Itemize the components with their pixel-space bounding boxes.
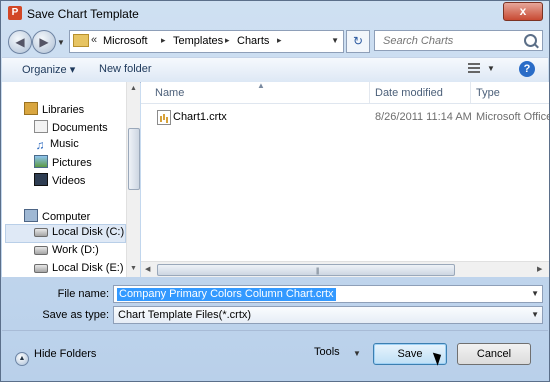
hard-drive-icon — [34, 228, 48, 237]
column-divider[interactable] — [369, 82, 370, 103]
views-dropdown[interactable]: ▼ — [487, 64, 495, 73]
window-title: Save Chart Template — [27, 7, 139, 21]
chevron-down-icon[interactable]: ▼ — [531, 289, 539, 298]
list-item[interactable]: Chart1.crtx 8/26/2011 11:14 AM Microsoft… — [141, 108, 550, 126]
nav-item-label: Computer — [42, 211, 91, 223]
chevron-right-icon[interactable]: ▸ — [161, 35, 166, 46]
breadcrumb-templates[interactable]: Templates — [173, 35, 223, 47]
computer-icon — [24, 209, 38, 222]
libraries-icon — [24, 102, 38, 115]
chevron-down-icon[interactable]: ▼ — [531, 310, 539, 319]
nav-item-computer[interactable]: Computer — [24, 209, 90, 223]
refresh-button[interactable]: ↻ — [346, 30, 370, 53]
help-icon[interactable]: ? — [519, 61, 535, 77]
hide-folders-button[interactable]: ▲ Hide Folders — [15, 348, 96, 366]
chart-file-icon — [157, 110, 171, 125]
save-dialog: P Save Chart Template x ◀ ▶ ▼ « Microsof… — [0, 0, 550, 382]
powerpoint-icon: P — [8, 6, 22, 20]
pictures-icon — [34, 155, 48, 168]
address-row: ◀ ▶ ▼ « Microsoft ▸ Templates ▸ Charts ▸… — [1, 28, 549, 56]
documents-icon — [34, 120, 48, 133]
scroll-right-icon[interactable]: ▶ — [537, 265, 542, 273]
column-date-modified[interactable]: Date modified — [375, 87, 443, 99]
nav-item-local-disk-c[interactable]: Local Disk (C:) — [34, 226, 124, 238]
sort-ascending-icon: ▲ — [257, 81, 265, 90]
save-as-type-select[interactable]: Chart Template Files(*.crtx) ▼ — [113, 306, 543, 324]
scroll-thumb[interactable]: ||| — [157, 264, 455, 276]
breadcrumb-microsoft[interactable]: Microsoft — [103, 35, 148, 47]
music-note-icon: ♫ — [35, 138, 45, 152]
nav-item-music[interactable]: ♫ Music — [34, 138, 79, 151]
save-as-type-value: Chart Template Files(*.crtx) — [118, 309, 252, 321]
scroll-up-icon[interactable]: ▲ — [130, 85, 137, 92]
search-icon[interactable] — [524, 34, 537, 47]
address-bar[interactable]: « Microsoft ▸ Templates ▸ Charts ▸ ▼ — [69, 30, 344, 53]
hard-drive-icon — [34, 264, 48, 273]
nav-item-label: Documents — [52, 122, 108, 134]
recent-pages-dropdown[interactable]: ▼ — [57, 38, 65, 47]
nav-item-work-d[interactable]: Work (D:) — [34, 244, 99, 256]
cancel-button[interactable]: Cancel — [457, 343, 531, 365]
scroll-thumb[interactable] — [128, 128, 140, 190]
save-as-type-label: Save as type: — [42, 309, 109, 321]
nav-item-libraries[interactable]: Libraries — [24, 102, 84, 116]
nav-item-label: Work (D:) — [52, 244, 99, 256]
horizontal-scrollbar[interactable]: ◀ ||| ▶ — [141, 261, 549, 277]
new-folder-button[interactable]: New folder — [99, 63, 152, 75]
file-name-label: File name: — [57, 288, 109, 300]
chevron-down-icon[interactable]: ▼ — [353, 349, 361, 358]
nav-item-label: Pictures — [52, 157, 92, 169]
nav-item-local-disk-e[interactable]: Local Disk (E:) — [34, 262, 124, 274]
breadcrumb-charts[interactable]: Charts — [237, 35, 269, 47]
file-name: Chart1.crtx — [173, 111, 227, 123]
command-bar: Organize ▾ New folder ▼ ? — [2, 57, 548, 83]
navigation-pane: Libraries Documents ♫ Music Pictures Vide… — [2, 82, 140, 277]
file-list: ▲ Name Date modified Type Chart1.crtx 8/… — [141, 81, 550, 277]
nav-item-label: Libraries — [42, 104, 85, 116]
footer-divider — [2, 330, 548, 331]
column-header: ▲ Name Date modified Type — [141, 81, 549, 104]
column-name[interactable]: Name — [155, 87, 184, 99]
nav-item-documents[interactable]: Documents — [34, 120, 108, 134]
videos-icon — [34, 173, 48, 186]
nav-scrollbar[interactable]: ▲ ▼ — [126, 82, 140, 277]
back-button[interactable]: ◀ — [8, 30, 32, 54]
file-type: Microsoft Office — [476, 111, 550, 123]
nav-item-label: Videos — [52, 175, 86, 187]
close-button[interactable]: x — [503, 2, 543, 21]
hide-folders-label: Hide Folders — [34, 348, 97, 360]
chevron-up-icon: ▲ — [15, 352, 29, 366]
column-divider[interactable] — [470, 82, 471, 103]
tools-menu[interactable]: Tools — [314, 346, 340, 358]
nav-item-videos[interactable]: Videos — [34, 173, 85, 187]
nav-item-label: Music — [50, 138, 79, 150]
breadcrumb-overflow[interactable]: « — [91, 34, 97, 46]
nav-item-pictures[interactable]: Pictures — [34, 155, 92, 169]
search-input[interactable] — [381, 34, 525, 48]
hard-drive-icon — [34, 246, 48, 255]
views-icon[interactable] — [468, 63, 480, 74]
file-name-field[interactable]: Company Primary Colors Column Chart.crtx… — [113, 285, 543, 303]
address-dropdown[interactable]: ▼ — [331, 36, 339, 45]
scroll-down-icon[interactable]: ▼ — [130, 265, 137, 272]
organize-menu[interactable]: Organize ▾ — [22, 63, 75, 76]
nav-item-label: Local Disk (E:) — [52, 262, 124, 274]
title-bar: P Save Chart Template x — [1, 1, 549, 27]
forward-button[interactable]: ▶ — [32, 30, 56, 54]
folder-icon — [73, 34, 89, 47]
file-name-value[interactable]: Company Primary Colors Column Chart.crtx — [117, 288, 336, 301]
file-date: 8/26/2011 11:14 AM — [375, 111, 472, 123]
scroll-left-icon[interactable]: ◀ — [145, 265, 150, 273]
nav-item-label: Local Disk (C:) — [52, 226, 125, 238]
search-box[interactable] — [374, 30, 543, 51]
column-type[interactable]: Type — [476, 87, 500, 99]
chevron-right-icon[interactable]: ▸ — [277, 35, 282, 46]
chevron-right-icon[interactable]: ▸ — [225, 35, 230, 46]
